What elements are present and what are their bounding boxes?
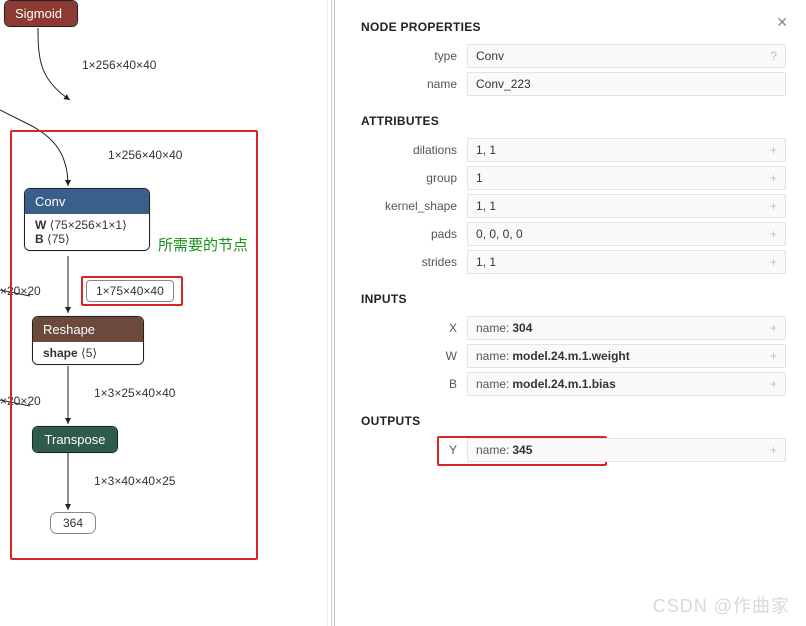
attr-kernel-shape-value[interactable]: 1, 1+	[467, 194, 786, 218]
properties-panel: ✕ NODE PROPERTIES type Conv ? name Conv_…	[334, 0, 806, 626]
plus-icon[interactable]: +	[770, 227, 777, 241]
node-conv-body: W ⟨75×256×1×1⟩ B ⟨75⟩	[25, 214, 149, 250]
annotation-green-text: 所需要的节点	[158, 234, 248, 255]
edge-dim-conv-in: 1×256×40×40	[108, 148, 182, 162]
plus-icon[interactable]: +	[770, 377, 777, 391]
input-row-b: B name: model.24.m.1.bias+	[361, 372, 786, 396]
edge-dim-sigmoid-out: 1×256×40×40	[82, 58, 156, 72]
tensor-tag-final[interactable]: 364	[50, 512, 96, 534]
input-w-value[interactable]: name: model.24.m.1.weight+	[467, 344, 786, 368]
prop-type-label: type	[361, 49, 467, 63]
attr-pads-value[interactable]: 0, 0, 0, 0+	[467, 222, 786, 246]
node-conv[interactable]: Conv W ⟨75×256×1×1⟩ B ⟨75⟩	[24, 188, 150, 251]
section-outputs-title: OUTPUTS	[361, 414, 786, 428]
section-inputs-title: INPUTS	[361, 292, 786, 306]
plus-icon[interactable]: +	[770, 349, 777, 363]
prop-type-value[interactable]: Conv ?	[467, 44, 786, 68]
output-y-value[interactable]: name: 345+	[467, 438, 786, 462]
plus-icon[interactable]: +	[770, 321, 777, 335]
prop-name-value[interactable]: Conv_223	[467, 72, 786, 96]
plus-icon[interactable]: +	[770, 255, 777, 269]
input-x-value[interactable]: name: 304+	[467, 316, 786, 340]
input-b-value[interactable]: name: model.24.m.1.bias+	[467, 372, 786, 396]
close-icon[interactable]: ✕	[776, 14, 788, 31]
prop-name-label: name	[361, 77, 467, 91]
attr-row-pads: pads 0, 0, 0, 0+	[361, 222, 786, 246]
node-sigmoid[interactable]: Sigmoid	[4, 0, 78, 27]
edge-dim-transpose-out: 1×3×40×40×25	[94, 474, 175, 488]
attr-row-strides: strides 1, 1+	[361, 250, 786, 274]
prop-row-name: name Conv_223	[361, 72, 786, 96]
node-reshape-body: shape ⟨5⟩	[33, 342, 143, 364]
attr-strides-value[interactable]: 1, 1+	[467, 250, 786, 274]
plus-icon[interactable]: +	[770, 171, 777, 185]
node-transpose-title: Transpose	[33, 427, 117, 452]
help-icon[interactable]: ?	[770, 49, 777, 63]
node-sigmoid-title: Sigmoid	[5, 1, 77, 26]
output-row-y: Y name: 345+	[361, 438, 786, 462]
edge-dim-reshape-out: 1×3×25×40×40	[94, 386, 175, 400]
section-properties-title: NODE PROPERTIES	[361, 20, 786, 34]
node-transpose[interactable]: Transpose	[32, 426, 118, 453]
node-conv-title: Conv	[25, 189, 149, 214]
input-row-x: X name: 304+	[361, 316, 786, 340]
graph-canvas[interactable]: Sigmoid 1×256×40×40 ×20×20 ×20×20 1×256×…	[0, 0, 334, 626]
attr-dilations-value[interactable]: 1, 1+	[467, 138, 786, 162]
tensor-tag-conv-out[interactable]: 1×75×40×40	[86, 280, 174, 302]
prop-row-type: type Conv ?	[361, 44, 786, 68]
attr-group-value[interactable]: 1+	[467, 166, 786, 190]
attr-row-kernel-shape: kernel_shape 1, 1+	[361, 194, 786, 218]
node-reshape[interactable]: Reshape shape ⟨5⟩	[32, 316, 144, 365]
plus-icon[interactable]: +	[770, 443, 777, 457]
attr-row-dilations: dilations 1, 1+	[361, 138, 786, 162]
attr-row-group: group 1+	[361, 166, 786, 190]
node-reshape-title: Reshape	[33, 317, 143, 342]
plus-icon[interactable]: +	[770, 143, 777, 157]
section-attributes-title: ATTRIBUTES	[361, 114, 786, 128]
panel-divider-shadow	[327, 0, 328, 626]
plus-icon[interactable]: +	[770, 199, 777, 213]
panel-divider	[331, 0, 332, 626]
input-row-w: W name: model.24.m.1.weight+	[361, 344, 786, 368]
